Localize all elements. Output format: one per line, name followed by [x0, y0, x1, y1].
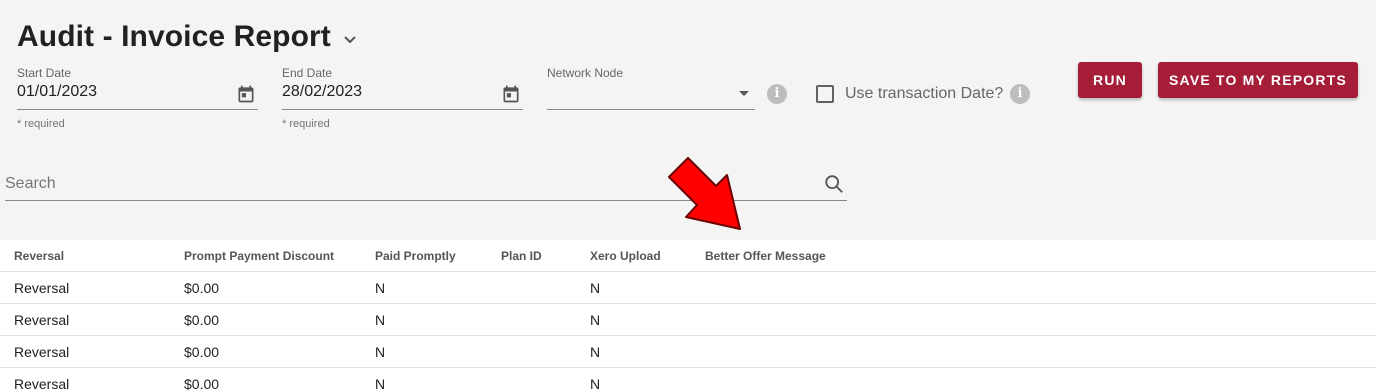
- cell-xero-upload: N: [590, 280, 601, 296]
- table-row[interactable]: Reversal $0.00 N N: [0, 336, 1376, 368]
- cell-xero-upload: N: [590, 344, 601, 360]
- use-transaction-date-checkbox[interactable]: [816, 85, 834, 103]
- table-row[interactable]: Reversal $0.00 N N: [0, 272, 1376, 304]
- end-date-hint: * required: [282, 118, 330, 130]
- cell-reversal: Reversal: [14, 344, 70, 360]
- cell-prompt-payment-discount: $0.00: [184, 344, 220, 360]
- start-date-hint: * required: [17, 118, 65, 130]
- cell-xero-upload: N: [590, 376, 601, 391]
- start-date-field[interactable]: Start Date 01/01/2023 * required: [17, 66, 258, 136]
- dropdown-arrow-icon[interactable]: [739, 91, 749, 96]
- end-date-field[interactable]: End Date 28/02/2023 * required: [282, 66, 523, 136]
- cell-reversal: Reversal: [14, 376, 70, 391]
- red-arrow-icon: [668, 157, 741, 230]
- cell-reversal: Reversal: [14, 312, 70, 328]
- column-header-prompt-payment-discount[interactable]: Prompt Payment Discount: [184, 240, 334, 272]
- run-button[interactable]: RUN: [1078, 62, 1142, 98]
- network-node-underline: [547, 109, 755, 110]
- save-to-my-reports-button[interactable]: SAVE TO MY REPORTS: [1158, 62, 1358, 98]
- info-icon[interactable]: i: [1010, 84, 1030, 104]
- column-header-better-offer-message[interactable]: Better Offer Message: [705, 240, 826, 272]
- column-header-reversal[interactable]: Reversal: [14, 240, 64, 272]
- start-date-label: Start Date: [17, 66, 72, 80]
- cell-reversal: Reversal: [14, 280, 70, 296]
- cell-paid-promptly: N: [375, 344, 386, 360]
- use-transaction-date-label[interactable]: Use transaction Date?: [845, 85, 1003, 103]
- column-header-xero-upload[interactable]: Xero Upload: [590, 240, 661, 272]
- network-node-label: Network Node: [547, 66, 624, 80]
- report-table: Reversal Prompt Payment Discount Paid Pr…: [0, 240, 1376, 391]
- info-icon[interactable]: i: [767, 84, 787, 104]
- end-date-label: End Date: [282, 66, 333, 80]
- column-header-plan-id[interactable]: Plan ID: [501, 240, 542, 272]
- cell-prompt-payment-discount: $0.00: [184, 312, 220, 328]
- search-input[interactable]: Search: [5, 175, 56, 193]
- cell-paid-promptly: N: [375, 312, 386, 328]
- cell-prompt-payment-discount: $0.00: [184, 376, 220, 391]
- column-header-paid-promptly[interactable]: Paid Promptly: [375, 240, 456, 272]
- cell-prompt-payment-discount: $0.00: [184, 280, 220, 296]
- table-row[interactable]: Reversal $0.00 N N: [0, 304, 1376, 336]
- page-title: Audit - Invoice Report: [17, 20, 331, 53]
- calendar-icon[interactable]: [501, 84, 521, 104]
- end-date-value[interactable]: 28/02/2023: [282, 83, 362, 101]
- start-date-underline: [17, 109, 258, 110]
- start-date-value[interactable]: 01/01/2023: [17, 83, 97, 101]
- end-date-underline: [282, 109, 523, 110]
- calendar-icon[interactable]: [236, 84, 256, 104]
- cell-paid-promptly: N: [375, 280, 386, 296]
- table-row[interactable]: Reversal $0.00 N N: [0, 368, 1376, 391]
- cell-xero-upload: N: [590, 312, 601, 328]
- title-row: Audit - Invoice Report: [17, 20, 357, 54]
- chevron-down-icon[interactable]: [343, 33, 357, 47]
- cell-paid-promptly: N: [375, 376, 386, 391]
- network-node-select[interactable]: Network Node: [547, 66, 755, 116]
- table-header-row: Reversal Prompt Payment Discount Paid Pr…: [0, 240, 1376, 272]
- search-icon[interactable]: [823, 173, 845, 195]
